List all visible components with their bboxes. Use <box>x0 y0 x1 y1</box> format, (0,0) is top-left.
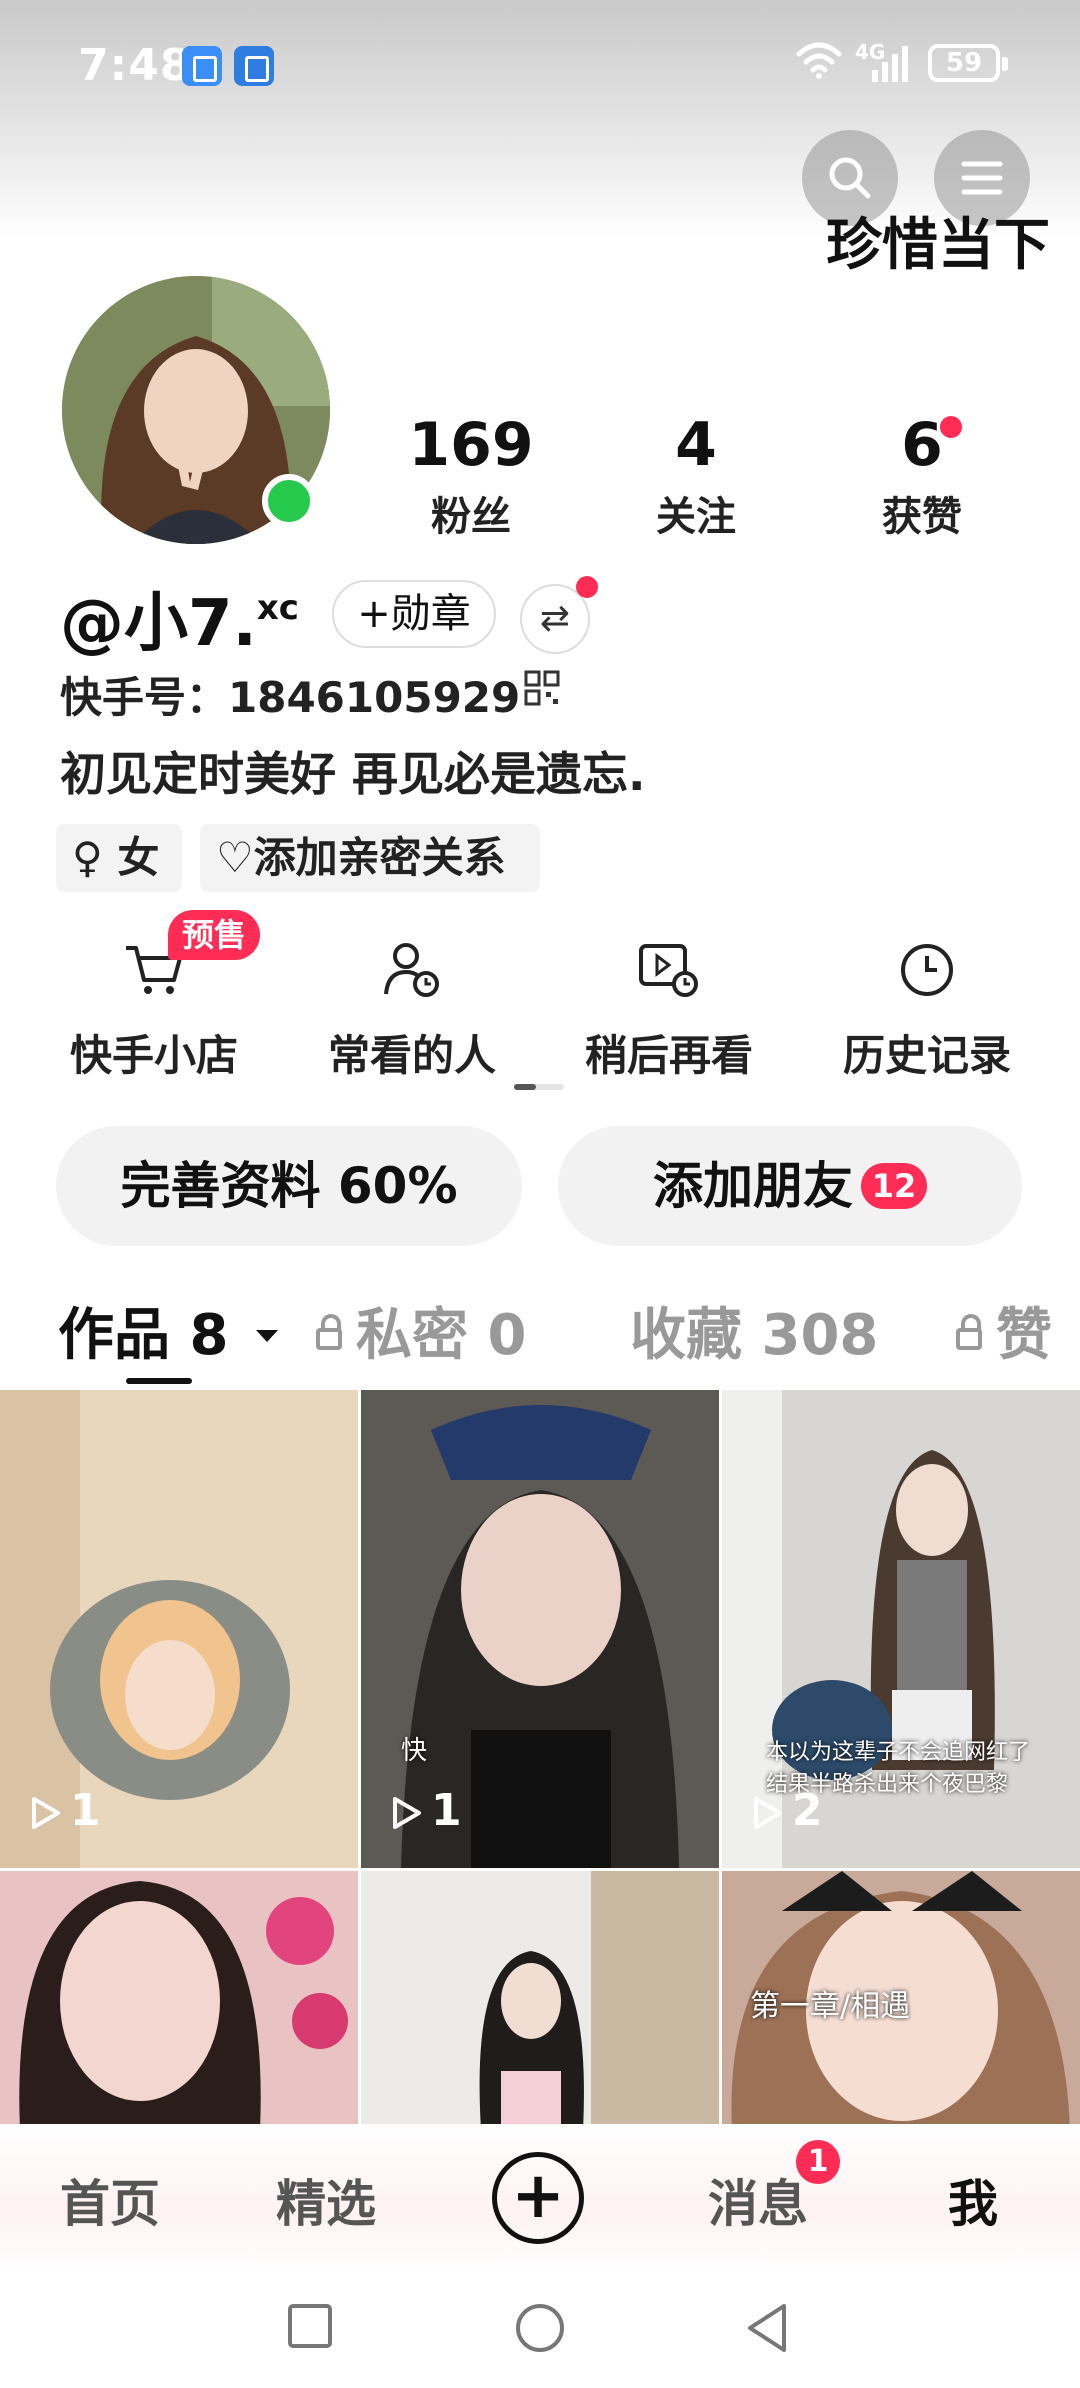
video-caption: 第一章/相遇 <box>750 1989 911 2024</box>
shortcut-label: 稍后再看 <box>584 1031 753 1080</box>
shortcut-scroll-indicator <box>514 1084 564 1090</box>
tab-label: 收藏 308 <box>630 1303 879 1368</box>
stat-value: 6 <box>901 410 943 480</box>
lock-icon <box>956 1314 982 1350</box>
stat-label: 粉丝 <box>431 494 511 540</box>
nav-me[interactable]: 我 <box>948 2164 998 2236</box>
create-post-button[interactable]: + <box>492 2152 584 2244</box>
shortcut-label: 历史记录 <box>842 1031 1011 1080</box>
bottom-navigation: 首页 精选 + 消息 1 我 <box>0 2124 1080 2272</box>
stat-likes[interactable]: 6 获赞 <box>832 410 1012 542</box>
stat-followers[interactable]: 169 粉丝 <box>381 410 561 542</box>
video-thumbnail[interactable]: 快 1 <box>361 1390 719 1868</box>
video-grid: 1 快 1 本以为这辈子不会追网红了 结果半路杀出来个夜巴黎 2 第一章/相遇 <box>0 1390 1080 2130</box>
system-navigation-bar <box>0 2272 1080 2388</box>
signal-icon <box>872 46 908 82</box>
notification-app-icon <box>234 46 274 86</box>
status-time: 7:48 <box>78 40 192 91</box>
stat-label: 获赞 <box>882 494 962 540</box>
nav-messages[interactable]: 消息 <box>708 2164 808 2236</box>
menu-icon <box>961 161 1003 195</box>
status-bar: 7:48 4G 59 <box>0 0 1080 130</box>
online-status-dot <box>262 474 316 528</box>
active-tab-indicator <box>126 1378 192 1384</box>
home-icon[interactable] <box>514 2302 566 2354</box>
tab-label: 作品 8 <box>58 1303 229 1368</box>
stat-label: 关注 <box>656 494 736 540</box>
presale-badge: 预售 <box>168 910 261 960</box>
clock-icon <box>901 944 953 996</box>
shortcut-watch-later[interactable]: 稍后再看 <box>559 940 779 1083</box>
battery-indicator: 59 <box>928 44 1008 82</box>
add-friends-badge: 12 <box>861 1163 927 1209</box>
shortcut-shop[interactable]: 快手小店 <box>44 940 264 1083</box>
tab-label: 私密 0 <box>356 1303 527 1368</box>
likes-notification-dot <box>940 416 962 438</box>
notification-app-icon <box>182 46 222 86</box>
back-icon[interactable] <box>744 2302 792 2354</box>
video-thumbnail[interactable]: 1 <box>0 1390 358 1868</box>
qr-code-icon[interactable] <box>524 670 560 706</box>
gender-tag[interactable]: ♀ 女 <box>56 824 182 892</box>
tab-works[interactable]: 作品 8 <box>58 1290 282 1371</box>
shortcut-label: 常看的人 <box>327 1031 496 1080</box>
tab-favorites[interactable]: 收藏 308 <box>630 1290 878 1371</box>
stat-value: 4 <box>675 410 717 480</box>
play-count: 1 <box>28 1785 101 1836</box>
stat-following[interactable]: 4 关注 <box>606 410 786 542</box>
profile-bio: 初见定时美好 再见必是遗忘. <box>60 747 646 801</box>
play-clock-icon <box>639 944 698 997</box>
shortcut-frequent-people[interactable]: 常看的人 <box>302 940 522 1083</box>
play-count: 1 <box>389 1785 462 1836</box>
header-overlay-text: 珍惜当下 <box>826 213 1050 278</box>
add-friends-label: 添加朋友 <box>653 1157 853 1215</box>
shortcut-label: 快手小店 <box>69 1031 238 1080</box>
add-relationship-tag[interactable]: ♡添加亲密关系 <box>200 824 540 892</box>
play-icon <box>754 1797 782 1829</box>
add-friends-button[interactable]: 添加朋友 12 <box>558 1126 1022 1246</box>
nav-home[interactable]: 首页 <box>60 2164 160 2236</box>
person-clock-icon <box>384 943 439 997</box>
recent-apps-icon[interactable] <box>286 2302 334 2350</box>
video-thumbnail[interactable] <box>0 1871 358 2130</box>
tab-label: 赞 <box>996 1303 1052 1368</box>
nav-featured[interactable]: 精选 <box>276 2164 376 2236</box>
medal-button[interactable]: +勋章 <box>332 580 496 648</box>
switch-notification-dot <box>576 576 598 598</box>
kuaishou-id[interactable]: 快手号：1846105929 <box>60 664 520 725</box>
video-caption: 快 <box>401 1736 428 1766</box>
shortcut-history[interactable]: 历史记录 <box>817 940 1037 1083</box>
tab-private[interactable]: 私密 0 <box>316 1290 526 1371</box>
lock-icon <box>316 1314 342 1350</box>
play-icon <box>393 1797 421 1829</box>
messages-badge: 1 <box>796 2140 840 2184</box>
profile-handle: @小7.xc <box>60 587 299 661</box>
dropdown-arrow-icon <box>255 1330 278 1342</box>
video-thumbnail[interactable]: 第一章/相遇 <box>722 1871 1080 2130</box>
video-thumbnail[interactable]: 本以为这辈子不会追网红了 结果半路杀出来个夜巴黎 2 <box>722 1390 1080 1868</box>
wifi-icon <box>796 42 842 79</box>
search-icon <box>829 157 871 199</box>
stat-value: 169 <box>408 410 534 480</box>
tab-likes[interactable]: 赞 <box>956 1290 1052 1371</box>
play-icon <box>32 1797 60 1829</box>
play-count: 2 <box>750 1785 823 1836</box>
complete-profile-button[interactable]: 完善资料 60% <box>56 1126 522 1246</box>
video-thumbnail[interactable] <box>361 1871 719 2130</box>
